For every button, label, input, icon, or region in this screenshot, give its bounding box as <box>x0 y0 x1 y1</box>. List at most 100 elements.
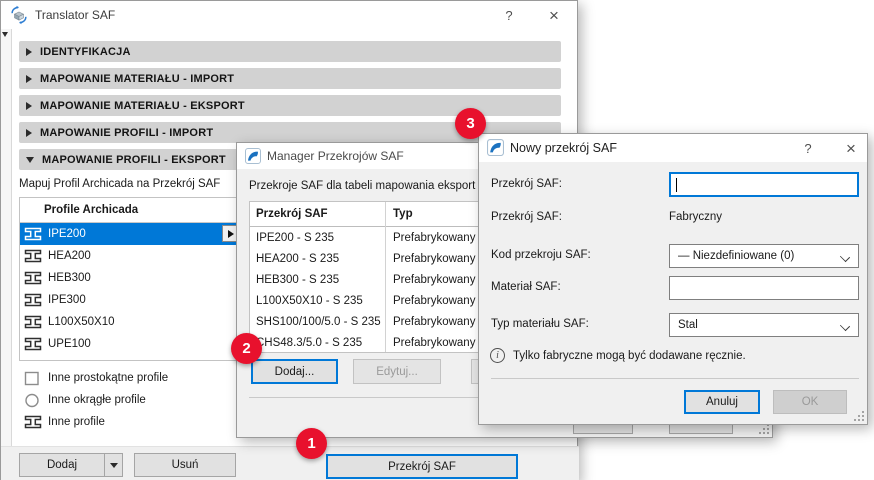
accordion-section-collapsed[interactable]: MAPOWANIE MATERIAŁU - IMPORT <box>19 68 561 89</box>
add-profile-dropdown-button[interactable] <box>104 453 123 477</box>
saf-code-field-label: Kod przekroju SAF: <box>491 249 591 261</box>
profile-row-label: IPE200 <box>48 228 86 240</box>
gutter-scroll-icon <box>2 32 8 37</box>
archicad-logo-icon <box>245 148 261 164</box>
manager-dialog-title: Manager Przekrojów SAF <box>267 149 404 163</box>
info-icon: i <box>490 348 505 363</box>
other-profiles-list: Inne prostokątne profile Inne okrągłe pro… <box>21 367 241 433</box>
saf-mattype-selected-value: Stal <box>678 319 698 331</box>
saf-section-input[interactable] <box>669 172 859 197</box>
round-profile-icon <box>24 393 40 408</box>
other-profile-row[interactable]: Inne okrągłe profile <box>21 389 241 411</box>
saf-section-name: HEA200 - S 235 <box>256 253 386 265</box>
profile-row[interactable]: IPE300 <box>20 289 242 311</box>
saf-code-selected-value: — Niezdefiniowane (0) <box>678 250 794 262</box>
step-badge-3: 3 <box>455 108 486 139</box>
ibeam-icon <box>24 337 42 351</box>
new-section-separator <box>491 378 859 379</box>
chevron-right-icon <box>26 129 32 137</box>
saf-section-type: Prefabrykowany <box>393 274 475 286</box>
saf-code-select[interactable]: — Niezdefiniowane (0) <box>669 244 859 268</box>
accordion-section-label: MAPOWANIE PROFILI - IMPORT <box>40 127 213 139</box>
manager-edit-button[interactable]: Edytuj... <box>353 359 441 384</box>
saf-material-field-label: Materiał SAF: <box>491 281 561 293</box>
chevron-right-icon <box>26 102 32 110</box>
chevron-down-icon <box>840 252 850 262</box>
ibeam-icon <box>24 293 42 307</box>
profile-table-header[interactable]: Profile Archicada <box>20 198 242 223</box>
arrow-right-icon <box>228 230 234 238</box>
new-section-resize-grip[interactable] <box>854 411 864 421</box>
accordion-section-label: MAPOWANIE MATERIAŁU - IMPORT <box>40 73 234 85</box>
saf-section-name: CHS48.3/5.0 - S 235 <box>256 337 386 349</box>
profile-row[interactable]: UPE100 <box>20 333 242 355</box>
ok-button[interactable]: OK <box>773 390 847 414</box>
mapping-caption: Mapuj Profil Archicada na Przekrój SAF <box>19 178 220 190</box>
other-profile-row[interactable]: Inne prostokątne profile <box>21 367 241 389</box>
profile-row[interactable]: IPE200 <box>20 223 242 245</box>
saf-material-input[interactable] <box>669 276 859 300</box>
step-badge-2-number: 2 <box>242 340 250 357</box>
archicad-logo-icon <box>487 139 504 156</box>
manager-add-button-label: Dodaj... <box>275 366 315 378</box>
rect-profile-icon <box>24 371 40 386</box>
add-profile-button-label: Dodaj <box>47 459 77 471</box>
saf-origin-field-label: Przekrój SAF: <box>491 211 562 223</box>
col-section-label: Przekrój SAF <box>256 208 385 220</box>
manager-edit-button-label: Edytuj... <box>376 366 418 378</box>
profile-table-header-label: Profile Archicada <box>44 204 138 216</box>
accordion-section-label: MAPOWANIE PROFILI - EKSPORT <box>42 154 226 166</box>
ibeam-icon <box>24 249 42 263</box>
new-section-close-button[interactable]: × <box>837 134 865 162</box>
translator-left-gutter[interactable] <box>1 29 12 480</box>
manager-resize-grip[interactable] <box>759 424 769 434</box>
other-profile-label: Inne okrągłe profile <box>48 394 146 406</box>
saf-section-type: Prefabrykowany <box>393 253 475 265</box>
saf-section-type: Prefabrykowany <box>393 316 475 328</box>
col-type-label: Typ <box>393 208 413 220</box>
column-divider <box>385 202 386 352</box>
chevron-down-icon <box>110 463 118 468</box>
profile-row-label: HEA200 <box>48 250 91 262</box>
translator-help-button[interactable]: ? <box>495 1 523 29</box>
other-profile-label: Inne prostokątne profile <box>48 372 168 384</box>
chevron-right-icon <box>26 48 32 56</box>
accordion-section-collapsed[interactable]: IDENTYFIKACJA <box>19 41 561 62</box>
new-section-dialog: Nowy przekrój SAF ? × Przekrój SAF: Prze… <box>478 133 868 425</box>
saf-section-button[interactable]: Przekrój SAF <box>326 454 518 479</box>
translator-close-button[interactable]: × <box>540 1 568 29</box>
new-section-help-button[interactable]: ? <box>794 134 822 162</box>
saf-origin-value: Fabryczny <box>669 211 722 223</box>
text-caret <box>676 178 677 192</box>
new-section-titlebar[interactable]: Nowy przekrój SAF ? × <box>479 134 867 162</box>
ok-button-label: OK <box>802 396 819 408</box>
step-badge-3-number: 3 <box>466 115 474 132</box>
saf-section-type: Prefabrykowany <box>393 337 475 349</box>
cancel-button[interactable]: Anuluj <box>684 390 760 414</box>
add-profile-button[interactable]: Dodaj <box>19 453 105 477</box>
remove-profile-button[interactable]: Usuń <box>134 453 236 477</box>
profile-row[interactable]: HEB300 <box>20 267 242 289</box>
profile-row-label: IPE300 <box>48 294 86 306</box>
other-profile-row[interactable]: Inne profile <box>21 411 241 433</box>
profile-row[interactable]: HEA200 <box>20 245 242 267</box>
manager-add-button[interactable]: Dodaj... <box>251 359 338 384</box>
profile-row[interactable]: L100X50X10 <box>20 311 242 333</box>
saf-section-name: HEB300 - S 235 <box>256 274 386 286</box>
ibeam-icon <box>24 227 42 241</box>
step-badge-1-number: 1 <box>307 435 315 452</box>
manager-subtitle: Przekroje SAF dla tabeli mapowania ekspo… <box>249 180 475 192</box>
translator-titlebar[interactable]: Translator SAF ? × <box>1 1 577 29</box>
profile-row-label: HEB300 <box>48 272 91 284</box>
saf-mattype-field-label: Typ materiału SAF: <box>491 318 589 330</box>
saf-mattype-select[interactable]: Stal <box>669 313 859 337</box>
profile-row-label: L100X50X10 <box>48 316 115 328</box>
new-section-dialog-title: Nowy przekrój SAF <box>510 141 617 155</box>
cancel-button-label: Anuluj <box>706 396 738 408</box>
saf-section-button-label: Przekrój SAF <box>388 461 456 473</box>
step-badge-2: 2 <box>231 333 262 364</box>
other-profile-label: Inne profile <box>48 416 105 428</box>
chevron-down-icon <box>840 321 850 331</box>
step-badge-1: 1 <box>296 428 327 459</box>
ibeam-icon <box>24 315 42 329</box>
